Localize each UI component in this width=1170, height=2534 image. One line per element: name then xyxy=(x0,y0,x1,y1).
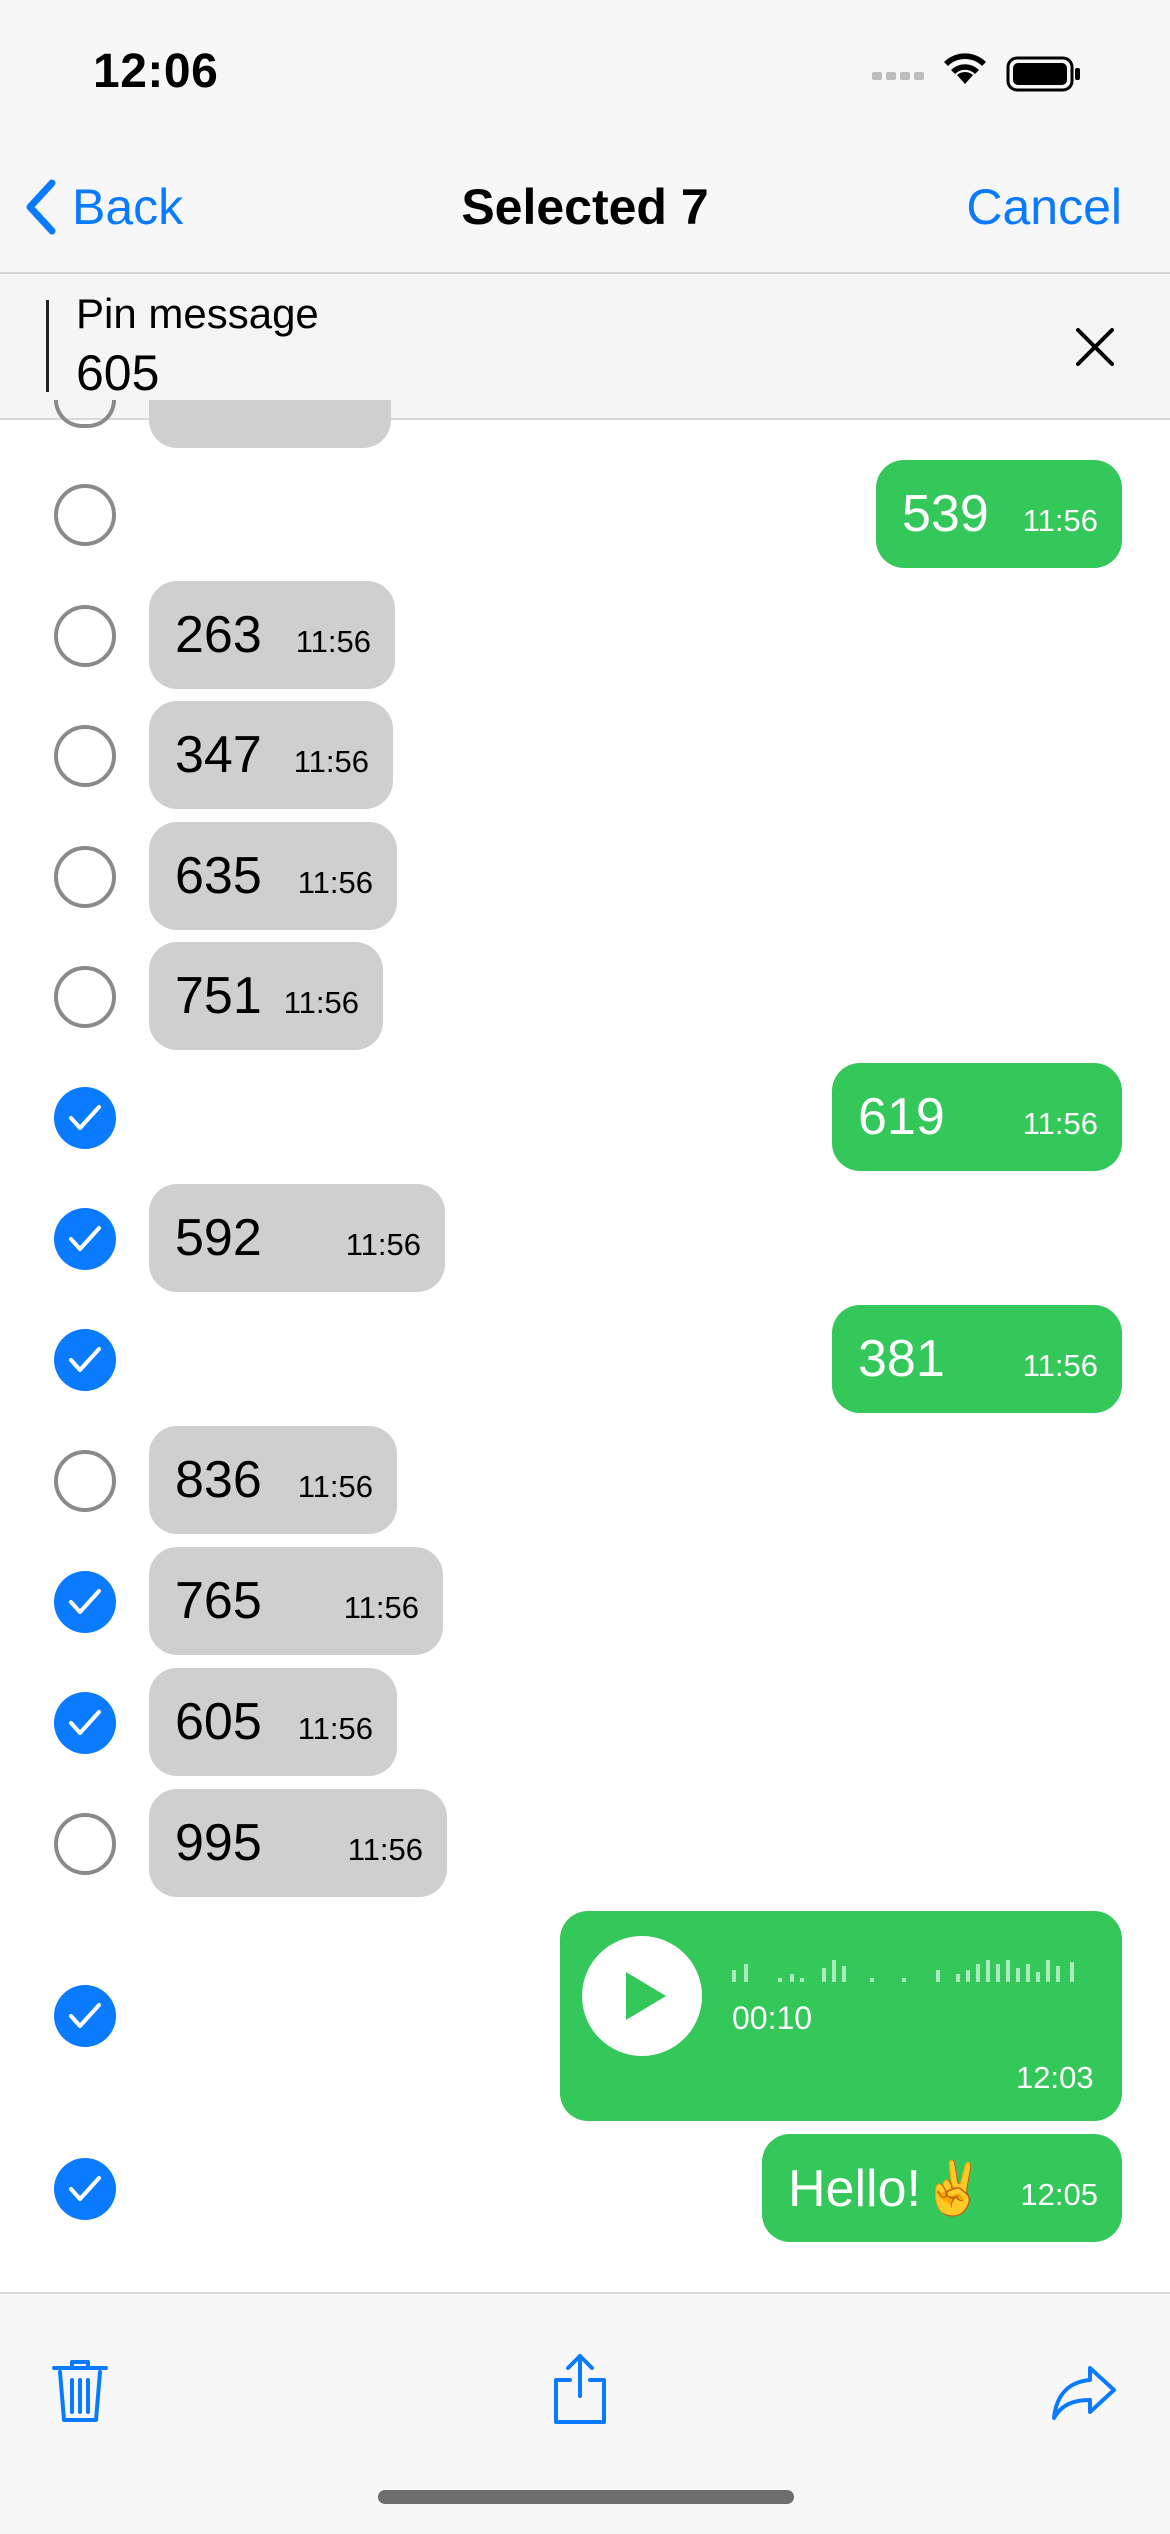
share-icon[interactable] xyxy=(550,2352,610,2426)
message-bubble[interactable]: 263 11:56 xyxy=(149,581,395,689)
waveform xyxy=(732,1960,1074,1982)
message-text: 381 xyxy=(858,1330,945,1388)
message-text: 605 xyxy=(175,1693,262,1751)
message-bubble[interactable]: 347 11:56 xyxy=(149,701,393,809)
selected-checkmark[interactable] xyxy=(54,1087,116,1149)
message-bubble[interactable]: 381 11:56 xyxy=(832,1305,1122,1413)
message-time: 11:56 xyxy=(347,1832,423,1867)
message-bubble[interactable]: 836 11:56 xyxy=(149,1426,397,1534)
message-text: 263 xyxy=(175,606,262,664)
selected-checkmark[interactable] xyxy=(54,1329,116,1391)
trash-icon[interactable] xyxy=(50,2358,110,2424)
message-text: 539 xyxy=(902,485,989,543)
select-circle[interactable] xyxy=(54,484,116,546)
message-text: 592 xyxy=(175,1209,262,1267)
message-time: 11:56 xyxy=(283,985,359,1020)
select-circle[interactable] xyxy=(54,846,116,908)
message-bubble[interactable]: 995 11:56 xyxy=(149,1789,447,1897)
checkmark-icon xyxy=(69,1105,101,1130)
message-bubble[interactable] xyxy=(149,400,391,448)
message-time: 11:56 xyxy=(293,744,369,779)
selected-checkmark[interactable] xyxy=(54,1571,116,1633)
select-circle[interactable] xyxy=(54,1813,116,1875)
status-icons xyxy=(872,50,1112,100)
select-circle[interactable] xyxy=(54,400,116,428)
message-time: 11:56 xyxy=(297,1469,373,1504)
message-time: 11:56 xyxy=(1022,1348,1098,1383)
message-bubble[interactable]: Hello!✌️ 12:05 xyxy=(762,2134,1122,2242)
selected-checkmark[interactable] xyxy=(54,1208,116,1270)
message-time: 11:56 xyxy=(295,624,371,659)
message-bubble[interactable]: 619 11:56 xyxy=(832,1063,1122,1171)
select-circle[interactable] xyxy=(54,725,116,787)
close-icon[interactable] xyxy=(1070,322,1120,372)
cancel-button[interactable]: Cancel xyxy=(966,178,1122,236)
message-time: 11:56 xyxy=(1022,1106,1098,1141)
battery-icon xyxy=(1006,56,1080,92)
checkmark-icon xyxy=(69,1347,101,1372)
checkmark-icon xyxy=(69,1589,101,1614)
message-bubble[interactable]: 751 11:56 xyxy=(149,942,383,1050)
voice-time: 12:03 xyxy=(1016,2060,1094,2095)
message-text: 836 xyxy=(175,1451,262,1509)
message-time: 11:56 xyxy=(297,865,373,900)
checkmark-icon xyxy=(69,2176,101,2201)
wifi-icon xyxy=(944,53,986,84)
selected-checkmark[interactable] xyxy=(54,1692,116,1754)
checkmark-icon xyxy=(69,1226,101,1251)
selected-checkmark[interactable] xyxy=(54,1985,116,2047)
cellular-signal-icon xyxy=(872,72,924,80)
message-time: 11:56 xyxy=(1022,503,1098,538)
selected-checkmark[interactable] xyxy=(54,2158,116,2220)
pin-indicator-line xyxy=(46,300,49,392)
message-bubble[interactable]: 592 11:56 xyxy=(149,1184,445,1292)
checkmark-icon xyxy=(69,2003,101,2028)
play-button[interactable] xyxy=(582,1936,702,2056)
message-bubble[interactable]: 605 11:56 xyxy=(149,1668,397,1776)
message-time: 11:56 xyxy=(297,1711,373,1746)
pin-value: 605 xyxy=(76,345,160,401)
message-text: Hello!✌️ xyxy=(788,2159,986,2218)
pin-title: Pin message xyxy=(76,290,319,337)
message-text: 347 xyxy=(175,726,262,784)
message-text: 995 xyxy=(175,1814,262,1872)
message-time: 11:56 xyxy=(345,1227,421,1262)
voice-duration: 00:10 xyxy=(732,2000,813,2036)
forward-icon[interactable] xyxy=(1050,2362,1120,2422)
message-bubble[interactable]: 539 11:56 xyxy=(876,460,1122,568)
message-text: 635 xyxy=(175,847,262,905)
message-bubble[interactable]: 635 11:56 xyxy=(149,822,397,930)
select-circle[interactable] xyxy=(54,966,116,1028)
select-circle[interactable] xyxy=(54,605,116,667)
message-text: 619 xyxy=(858,1088,945,1146)
message-text: 765 xyxy=(175,1572,262,1630)
select-circle[interactable] xyxy=(54,1450,116,1512)
status-time: 12:06 xyxy=(93,45,219,98)
play-icon xyxy=(626,1972,666,2020)
message-bubble[interactable]: 765 11:56 xyxy=(149,1547,443,1655)
message-text: 751 xyxy=(175,967,262,1025)
message-time: 12:05 xyxy=(1020,2177,1098,2212)
home-indicator xyxy=(378,2490,794,2504)
message-time: 11:56 xyxy=(343,1590,419,1625)
checkmark-icon xyxy=(69,1710,101,1735)
